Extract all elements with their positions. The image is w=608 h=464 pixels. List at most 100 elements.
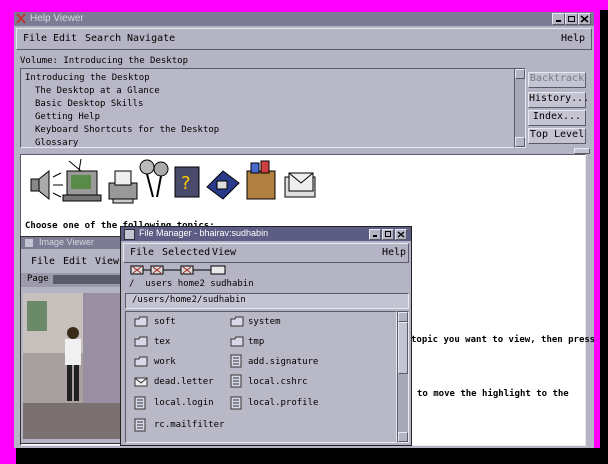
folder-icon	[134, 316, 148, 327]
menu-edit[interactable]: Edit	[53, 33, 77, 44]
file-item-tex[interactable]: tex	[154, 337, 170, 347]
maximize-button[interactable]	[382, 229, 394, 240]
path-field-text: /users/home2/sudhabin	[132, 295, 246, 305]
file-item-system[interactable]: system	[248, 317, 281, 327]
maximize-icon	[385, 231, 391, 237]
file-item-local-profile[interactable]: local.profile	[248, 398, 318, 408]
history-button[interactable]: History...	[528, 92, 589, 108]
scroll-up-button[interactable]	[515, 69, 525, 79]
file-item-tmp[interactable]: tmp	[248, 337, 264, 347]
maximize-icon	[568, 16, 575, 22]
volume-line: Volume: Introducing the Desktop	[20, 56, 188, 66]
close-button[interactable]	[578, 13, 591, 25]
topic-item[interactable]: Getting Help	[35, 112, 100, 122]
svg-text:?: ?	[181, 173, 191, 194]
close-button[interactable]	[395, 229, 407, 240]
path-field[interactable]: /users/home2/sudhabin	[125, 293, 409, 309]
file-cabinet-icon	[246, 160, 276, 200]
topic-item[interactable]: Glossary	[35, 138, 78, 147]
topic-item[interactable]: Basic Desktop Skills	[35, 99, 143, 109]
image-viewer-window: Image Viewer File Edit View Page	[20, 236, 132, 444]
file-item-rc-mailfilter[interactable]: rc.mailfilter	[154, 420, 224, 430]
volume-name: Introducing the Desktop	[63, 56, 188, 66]
keys-icon	[139, 159, 169, 198]
folder-icon	[134, 336, 148, 347]
file-manager-titlebar[interactable]: File Manager - bhairav:sudhabin	[121, 227, 411, 241]
mouse-pad-icon	[206, 170, 240, 200]
menu-view[interactable]: View	[212, 247, 236, 258]
page-bar: Page	[21, 273, 131, 287]
window-menu-icon[interactable]	[25, 239, 33, 247]
fm-menubar: File Selected View Help	[123, 243, 409, 263]
folder-icon	[230, 336, 244, 347]
window-shadow-right	[600, 10, 608, 456]
help-text-fragment: topic you want to view, then press	[411, 335, 596, 345]
top-level-button[interactable]: Top Level	[528, 128, 586, 144]
file-item-local-cshrc[interactable]: local.cshrc	[248, 377, 308, 387]
image-viewer-titlebar[interactable]: Image Viewer	[21, 237, 131, 249]
menu-file[interactable]: File	[130, 247, 154, 258]
minimize-button[interactable]	[369, 229, 381, 240]
menu-view[interactable]: View	[95, 256, 119, 267]
menu-edit[interactable]: Edit	[63, 256, 87, 267]
menu-search[interactable]: Search	[85, 33, 121, 44]
photo	[23, 293, 127, 439]
help-text-fragment: to move the highlight to the	[417, 389, 569, 399]
file-item-local-login[interactable]: local.login	[154, 398, 214, 408]
close-icon	[580, 15, 589, 23]
close-icon	[397, 231, 405, 238]
help-viewer-title: Help Viewer	[30, 13, 84, 24]
file-icon	[134, 418, 146, 432]
topic-list[interactable]: Introducing the Desktop The Desktop at a…	[20, 68, 520, 148]
window-menu-icon[interactable]	[16, 13, 26, 24]
topic-item[interactable]: Keyboard Shortcuts for the Desktop	[35, 125, 219, 135]
file-icon	[230, 374, 242, 388]
minimize-button[interactable]	[552, 13, 565, 25]
scroll-down-button[interactable]	[515, 137, 525, 147]
help-viewer-titlebar[interactable]: Help Viewer	[14, 12, 594, 26]
file-item-work[interactable]: work	[154, 357, 176, 367]
window-shadow	[16, 448, 608, 464]
scroll-down-button[interactable]	[398, 432, 408, 442]
file-item-dead-letter[interactable]: dead.letter	[154, 377, 214, 387]
page-label: Page	[27, 274, 49, 284]
mail-icon	[284, 172, 316, 198]
path-icon-bar[interactable]	[129, 263, 239, 277]
file-manager-window: File Manager - bhairav:sudhabin File Sel…	[120, 226, 412, 446]
page-slider[interactable]	[53, 275, 127, 284]
menu-help[interactable]: Help	[561, 33, 585, 44]
mail-icon	[134, 377, 148, 387]
scroll-thumb[interactable]	[398, 322, 408, 374]
topic-item[interactable]: Introducing the Desktop	[25, 73, 150, 83]
maximize-button[interactable]	[565, 13, 578, 25]
scroll-up-button[interactable]	[398, 312, 408, 322]
topic-item[interactable]: The Desktop at a Glance	[35, 86, 160, 96]
file-icon	[134, 396, 146, 410]
photo-image	[23, 293, 127, 439]
file-list-scrollbar[interactable]	[397, 311, 409, 443]
file-item-add-signature[interactable]: add.signature	[248, 357, 318, 367]
folder-icon	[134, 356, 148, 367]
folder-icon	[230, 316, 244, 327]
minimize-icon	[556, 20, 561, 22]
image-viewer-title: Image Viewer	[39, 237, 94, 247]
menu-file[interactable]: File	[31, 256, 55, 267]
file-manager-title: File Manager - bhairav:sudhabin	[139, 228, 269, 238]
file-list[interactable]: soft system tex tmp work add.signature d…	[125, 311, 397, 443]
menu-navigate[interactable]: Navigate	[127, 33, 175, 44]
help-book-icon: ?	[174, 166, 200, 198]
menu-help[interactable]: Help	[382, 247, 406, 258]
topic-list-scrollbar[interactable]	[514, 68, 526, 148]
minimize-icon	[373, 235, 377, 237]
menu-selected[interactable]: Selected	[162, 247, 210, 258]
backtrack-button[interactable]: Backtrack	[528, 72, 586, 88]
help-menubar: File Edit Search Navigate Help	[16, 28, 592, 50]
image-menubar: File Edit View	[21, 253, 131, 271]
path-labels: / users home2 sudhabin	[129, 279, 254, 289]
volume-label: Volume:	[20, 56, 58, 66]
menu-file[interactable]: File	[23, 33, 47, 44]
index-button[interactable]: Index...	[528, 110, 586, 126]
printer-icon	[108, 170, 138, 204]
window-menu-icon[interactable]	[124, 229, 135, 240]
file-item-soft[interactable]: soft	[154, 317, 176, 327]
